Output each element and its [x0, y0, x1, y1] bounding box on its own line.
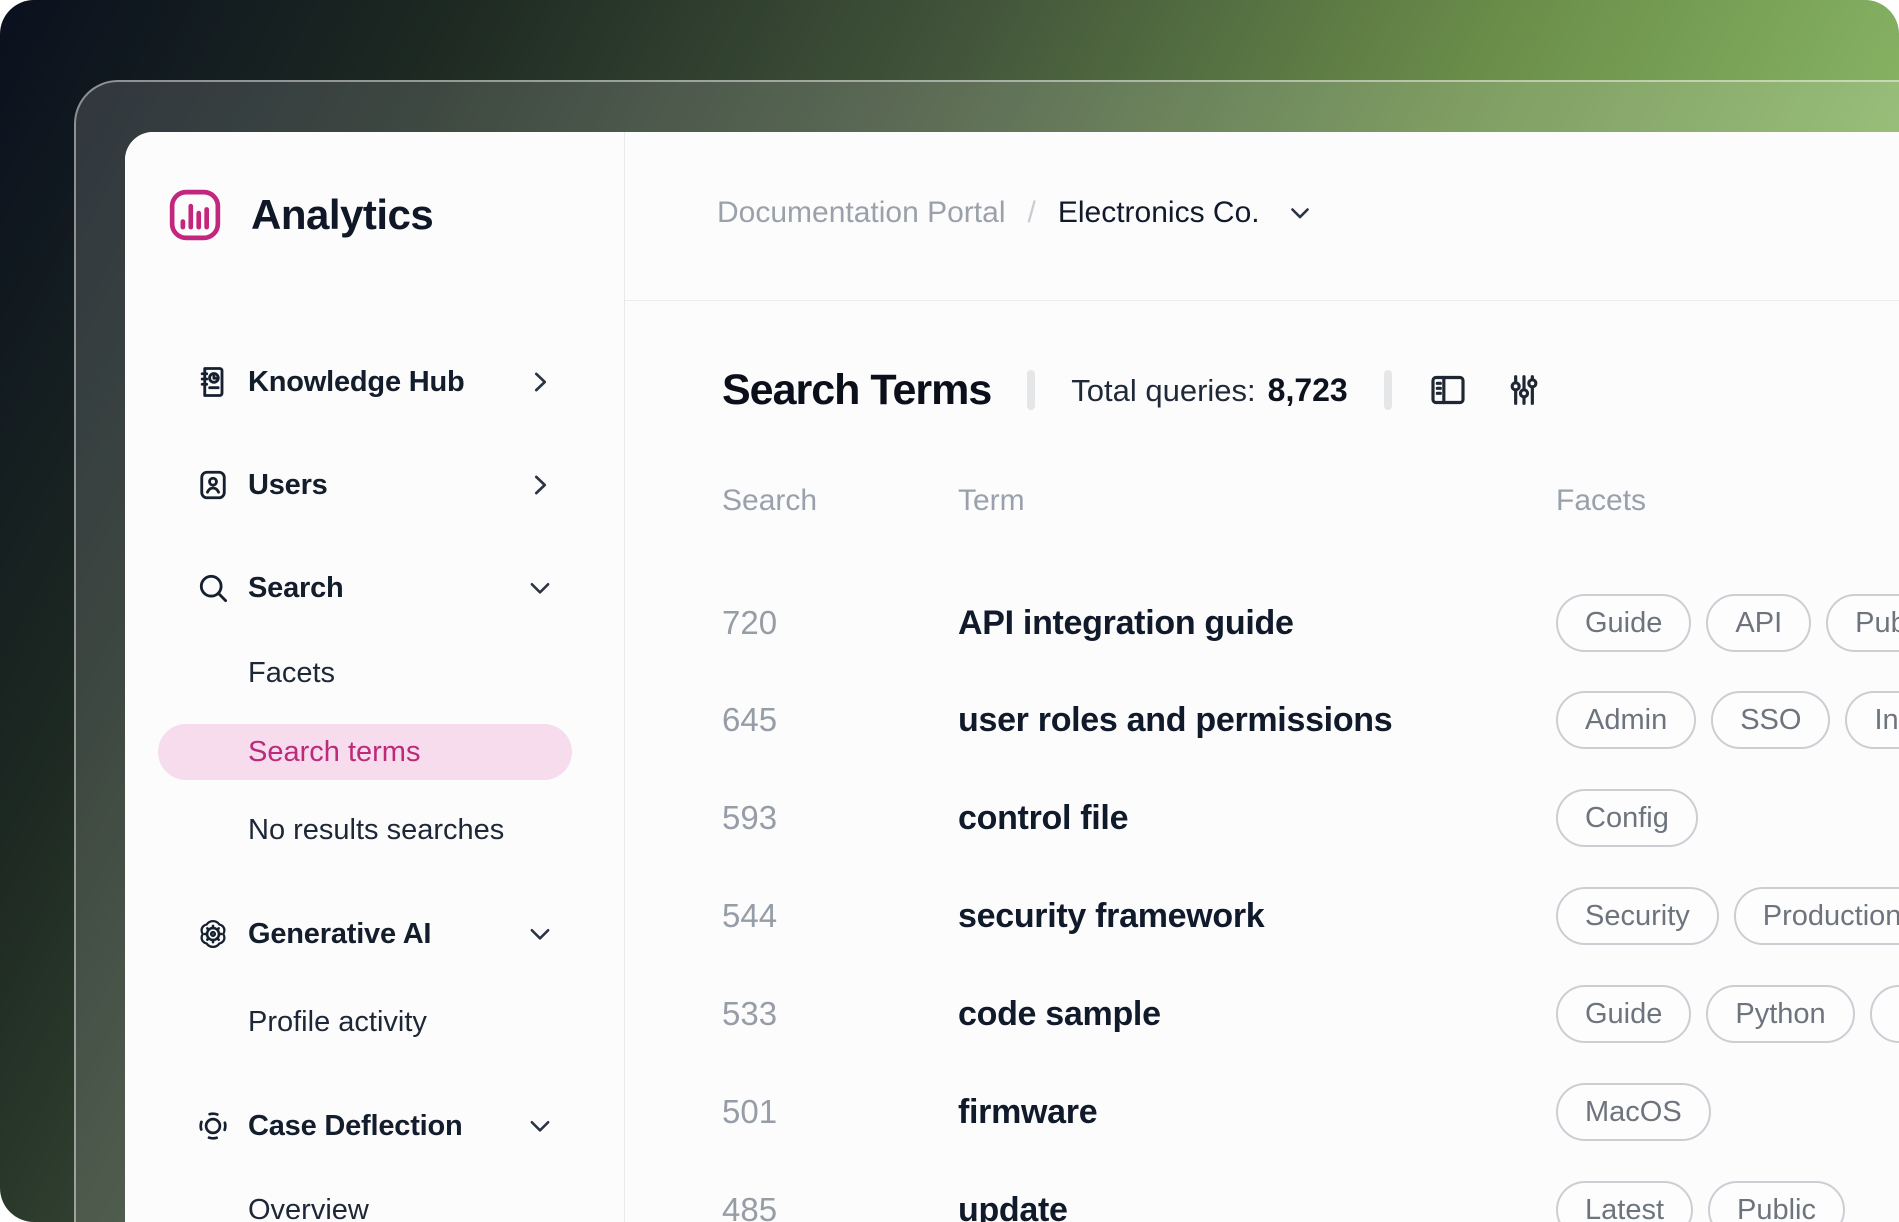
table-row[interactable]: 501 firmware MacOS — [625, 1072, 1899, 1152]
breadcrumb-current[interactable]: Electronics Co. — [1058, 196, 1260, 230]
table-row[interactable]: 720 API integration guide Guide API Public — [625, 583, 1899, 663]
search-term: user roles and permissions — [958, 680, 1392, 760]
sidebar-item-users[interactable]: Users — [125, 457, 625, 513]
facet-pill[interactable]: Python — [1706, 985, 1854, 1043]
sidebar-item-case-deflection[interactable]: Case Deflection — [125, 1098, 625, 1154]
app-window: Analytics Knowledge Hub Users Search Facets… — [125, 132, 1899, 1222]
title-row: Search Terms Total queries: 8,723 — [722, 350, 1544, 430]
sidebar-item-search[interactable]: Search — [125, 560, 625, 616]
sidebar-item-label: Case Deflection — [248, 1098, 463, 1154]
facet-pill[interactable] — [1870, 985, 1899, 1043]
sidebar-subitem-profile-activity[interactable]: Profile activity — [158, 994, 572, 1050]
search-term: API integration guide — [958, 583, 1294, 663]
facet-list: Guide API Public — [1556, 583, 1899, 663]
case-deflection-icon — [195, 1108, 231, 1144]
title-separator — [1027, 370, 1035, 410]
table-row[interactable]: 485 update Latest Public — [625, 1170, 1899, 1222]
facet-pill[interactable]: API — [1706, 594, 1811, 652]
breadcrumb: Documentation Portal / Electronics Co. — [717, 188, 1314, 238]
knowledge-hub-icon — [195, 364, 231, 400]
facet-pill[interactable]: Latest — [1556, 1181, 1693, 1222]
sidebar-item-knowledge-hub[interactable]: Knowledge Hub — [125, 354, 625, 410]
filter-sliders-icon[interactable] — [1504, 370, 1544, 410]
facet-pill[interactable]: Public — [1826, 594, 1899, 652]
total-queries-label: Total queries: — [1071, 373, 1255, 409]
facet-list: Latest Public — [1556, 1170, 1845, 1222]
sidebar-subitem-no-results-searches[interactable]: No results searches — [158, 802, 572, 858]
breadcrumb-separator: / — [1028, 196, 1036, 230]
facet-list: Security Production — [1556, 876, 1899, 956]
sidebar-item-label: Knowledge Hub — [248, 354, 465, 410]
chevron-right-icon[interactable] — [525, 470, 555, 500]
layout-panel-icon[interactable] — [1428, 370, 1468, 410]
search-count: 645 — [722, 680, 777, 760]
facet-pill[interactable]: Internal — [1845, 691, 1899, 749]
search-term: update — [958, 1170, 1068, 1222]
chevron-down-icon[interactable] — [525, 573, 555, 603]
sidebar-item-label: Users — [248, 457, 328, 513]
table-row[interactable]: 645 user roles and permissions Admin SSO Int… — [625, 680, 1899, 760]
facet-pill[interactable]: Production — [1734, 887, 1899, 945]
column-header-facets: Facets — [1556, 484, 1646, 518]
sidebar-item-generative-ai[interactable]: Generative AI — [125, 906, 625, 962]
search-count: 485 — [722, 1170, 777, 1222]
search-count: 593 — [722, 778, 777, 858]
column-header-search: Search — [722, 484, 817, 518]
search-term: code sample — [958, 974, 1161, 1054]
facet-pill[interactable]: Guide — [1556, 985, 1691, 1043]
facet-pill[interactable]: Admin — [1556, 691, 1696, 749]
sidebar-item-label: Search — [248, 560, 344, 616]
users-icon — [195, 467, 231, 503]
search-count: 501 — [722, 1072, 777, 1152]
header-divider — [625, 300, 1899, 301]
breadcrumb-parent[interactable]: Documentation Portal — [717, 196, 1006, 230]
sidebar-subitem-search-terms[interactable]: Search terms — [158, 724, 572, 780]
facet-pill[interactable]: Guide — [1556, 594, 1691, 652]
facet-pill[interactable]: MacOS — [1556, 1083, 1711, 1141]
page-title: Search Terms — [722, 366, 991, 415]
table-row[interactable]: 544 security framework Security Production — [625, 876, 1899, 956]
column-header-term: Term — [958, 484, 1025, 518]
title-separator — [1384, 370, 1392, 410]
screenshot-stage: Analytics Knowledge Hub Users Search Facets… — [0, 0, 1899, 1222]
facet-pill[interactable]: SSO — [1711, 691, 1830, 749]
generative-ai-icon — [195, 916, 231, 952]
table-row[interactable]: 533 code sample Guide Python — [625, 974, 1899, 1054]
app-title: Analytics — [251, 191, 433, 239]
chevron-down-icon[interactable] — [1286, 199, 1314, 227]
search-count: 544 — [722, 876, 777, 956]
facet-pill[interactable]: Security — [1556, 887, 1719, 945]
search-term: security framework — [958, 876, 1264, 956]
total-queries: Total queries: 8,723 — [1071, 372, 1347, 409]
facet-pill[interactable]: Public — [1708, 1181, 1845, 1222]
search-count: 720 — [722, 583, 777, 663]
total-queries-value: 8,723 — [1268, 372, 1348, 409]
search-term: firmware — [958, 1072, 1097, 1152]
sidebar-subitem-overview[interactable]: Overview — [158, 1182, 572, 1222]
bar-chart-logo-icon — [167, 187, 223, 243]
facet-list: MacOS — [1556, 1072, 1711, 1152]
chevron-down-icon[interactable] — [525, 1111, 555, 1141]
search-count: 533 — [722, 974, 777, 1054]
app-logo-row: Analytics — [167, 186, 433, 244]
main-content: Documentation Portal / Electronics Co. S… — [625, 132, 1899, 1222]
search-icon — [195, 570, 231, 606]
facet-list: Admin SSO Internal — [1556, 680, 1899, 760]
sidebar: Analytics Knowledge Hub Users Search Facets… — [125, 132, 625, 1222]
table-row[interactable]: 593 control file Config — [625, 778, 1899, 858]
chevron-down-icon[interactable] — [525, 919, 555, 949]
facet-list: Config — [1556, 778, 1698, 858]
sidebar-item-label: Generative AI — [248, 906, 431, 962]
facet-list: Guide Python — [1556, 974, 1899, 1054]
search-term: control file — [958, 778, 1128, 858]
facet-pill[interactable]: Config — [1556, 789, 1698, 847]
sidebar-subitem-facets[interactable]: Facets — [158, 645, 572, 701]
chevron-right-icon[interactable] — [525, 367, 555, 397]
